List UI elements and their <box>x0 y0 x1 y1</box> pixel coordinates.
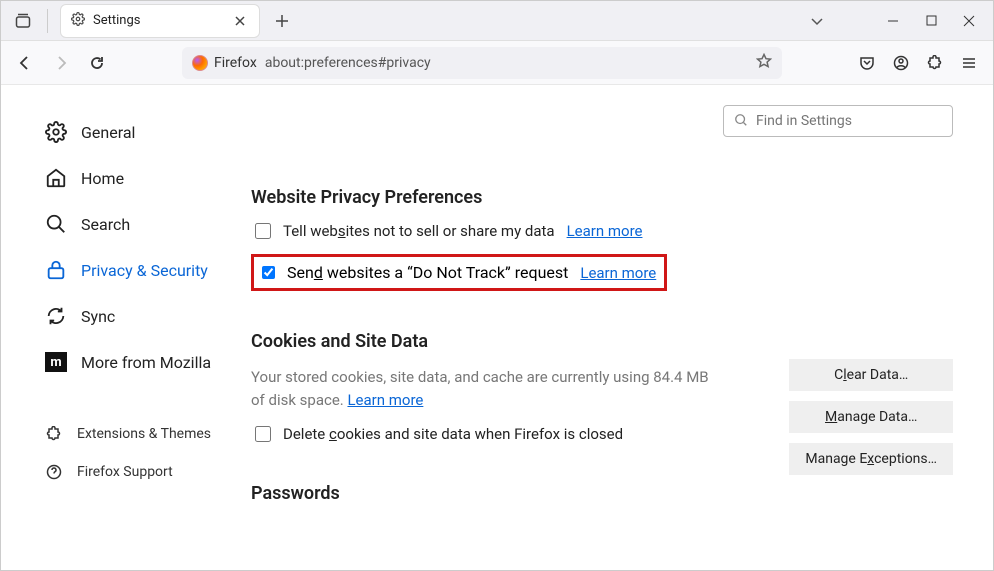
sync-icon <box>45 305 67 327</box>
sidebar-item-label: Privacy & Security <box>81 261 208 280</box>
tell-websites-label: Tell websites not to sell or share my da… <box>283 222 555 240</box>
gear-icon <box>71 11 85 30</box>
delete-cookies-label: Delete cookies and site data when Firefo… <box>283 425 623 443</box>
gear-icon <box>45 121 67 143</box>
firefox-logo-icon <box>192 55 208 71</box>
toolbar: Firefox about:preferences#privacy <box>1 41 993 85</box>
sidebar-item-support[interactable]: Firefox Support <box>45 453 251 491</box>
delete-cookies-checkbox[interactable] <box>255 426 271 442</box>
window-minimize-button[interactable] <box>875 5 911 37</box>
sidebar-item-sync[interactable]: Sync <box>45 293 251 339</box>
manage-data-button[interactable]: Manage Data… <box>789 401 953 433</box>
sidebar-item-extensions[interactable]: Extensions & Themes <box>45 415 251 453</box>
back-button[interactable] <box>9 47 41 79</box>
sidebar-item-more-mozilla[interactable]: m More from Mozilla <box>45 339 251 385</box>
extensions-button[interactable] <box>919 47 951 79</box>
lock-icon <box>45 259 67 281</box>
section-title-privacy: Website Privacy Preferences <box>251 187 953 208</box>
sidebar-item-label: Sync <box>81 307 115 326</box>
sidebar-item-label: Extensions & Themes <box>77 426 211 442</box>
section-title-passwords: Passwords <box>251 483 953 504</box>
do-not-track-highlight: Send websites a “Do Not Track” request L… <box>251 254 667 291</box>
sidebar-item-home[interactable]: Home <box>45 155 251 201</box>
window-maximize-button[interactable] <box>913 5 949 37</box>
sidebar-item-label: Home <box>81 169 124 188</box>
settings-search-box[interactable] <box>723 105 953 137</box>
url-bar[interactable]: Firefox about:preferences#privacy <box>182 47 782 79</box>
search-icon <box>734 112 748 131</box>
puzzle-icon <box>45 425 63 443</box>
do-not-track-checkbox[interactable] <box>262 266 275 279</box>
titlebar: Settings <box>1 1 993 41</box>
sidebar-item-label: General <box>81 123 135 142</box>
clear-data-button[interactable]: Clear Data… <box>789 359 953 391</box>
do-not-track-learn-more-link[interactable]: Learn more <box>580 264 656 282</box>
browser-tab[interactable]: Settings <box>60 4 260 38</box>
sidebar-item-label: Search <box>81 215 130 234</box>
tab-overview-button[interactable] <box>5 5 41 37</box>
identity-label: Firefox <box>214 55 257 71</box>
cookies-learn-more-link[interactable]: Learn more <box>347 391 423 409</box>
search-icon <box>45 213 67 235</box>
sidebar-item-general[interactable]: General <box>45 109 251 155</box>
tabs-dropdown-button[interactable] <box>799 14 835 28</box>
cookies-desc: Your stored cookies, site data, and cach… <box>251 366 721 411</box>
sidebar-item-label: More from Mozilla <box>81 353 211 372</box>
do-not-track-label: Send websites a “Do Not Track” request <box>287 263 568 282</box>
manage-exceptions-button[interactable]: Manage Exceptions… <box>789 443 953 475</box>
home-icon <box>45 167 67 189</box>
reload-button[interactable] <box>81 47 113 79</box>
tab-title: Settings <box>93 13 223 28</box>
content-area: General Home Search Privacy & Security S… <box>1 85 993 570</box>
mozilla-icon: m <box>45 351 67 373</box>
identity-box[interactable]: Firefox <box>192 55 257 71</box>
bookmark-star-button[interactable] <box>756 53 772 73</box>
tell-websites-learn-more-link[interactable]: Learn more <box>567 222 643 240</box>
new-tab-button[interactable] <box>266 5 298 37</box>
tab-close-button[interactable] <box>231 12 249 30</box>
forward-button[interactable] <box>45 47 77 79</box>
window-close-button[interactable] <box>951 5 987 37</box>
app-menu-button[interactable] <box>953 47 985 79</box>
tell-websites-checkbox[interactable] <box>255 223 271 239</box>
section-title-cookies: Cookies and Site Data <box>251 331 953 352</box>
settings-main: Website Privacy Preferences Tell website… <box>251 85 993 570</box>
save-to-pocket-button[interactable] <box>851 47 883 79</box>
sidebar-item-privacy[interactable]: Privacy & Security <box>45 247 251 293</box>
help-icon <box>45 463 63 481</box>
settings-sidebar: General Home Search Privacy & Security S… <box>1 85 251 570</box>
account-button[interactable] <box>885 47 917 79</box>
sidebar-item-label: Firefox Support <box>77 464 173 480</box>
url-text: about:preferences#privacy <box>265 55 748 71</box>
sidebar-item-search[interactable]: Search <box>45 201 251 247</box>
settings-search-input[interactable] <box>756 113 942 129</box>
